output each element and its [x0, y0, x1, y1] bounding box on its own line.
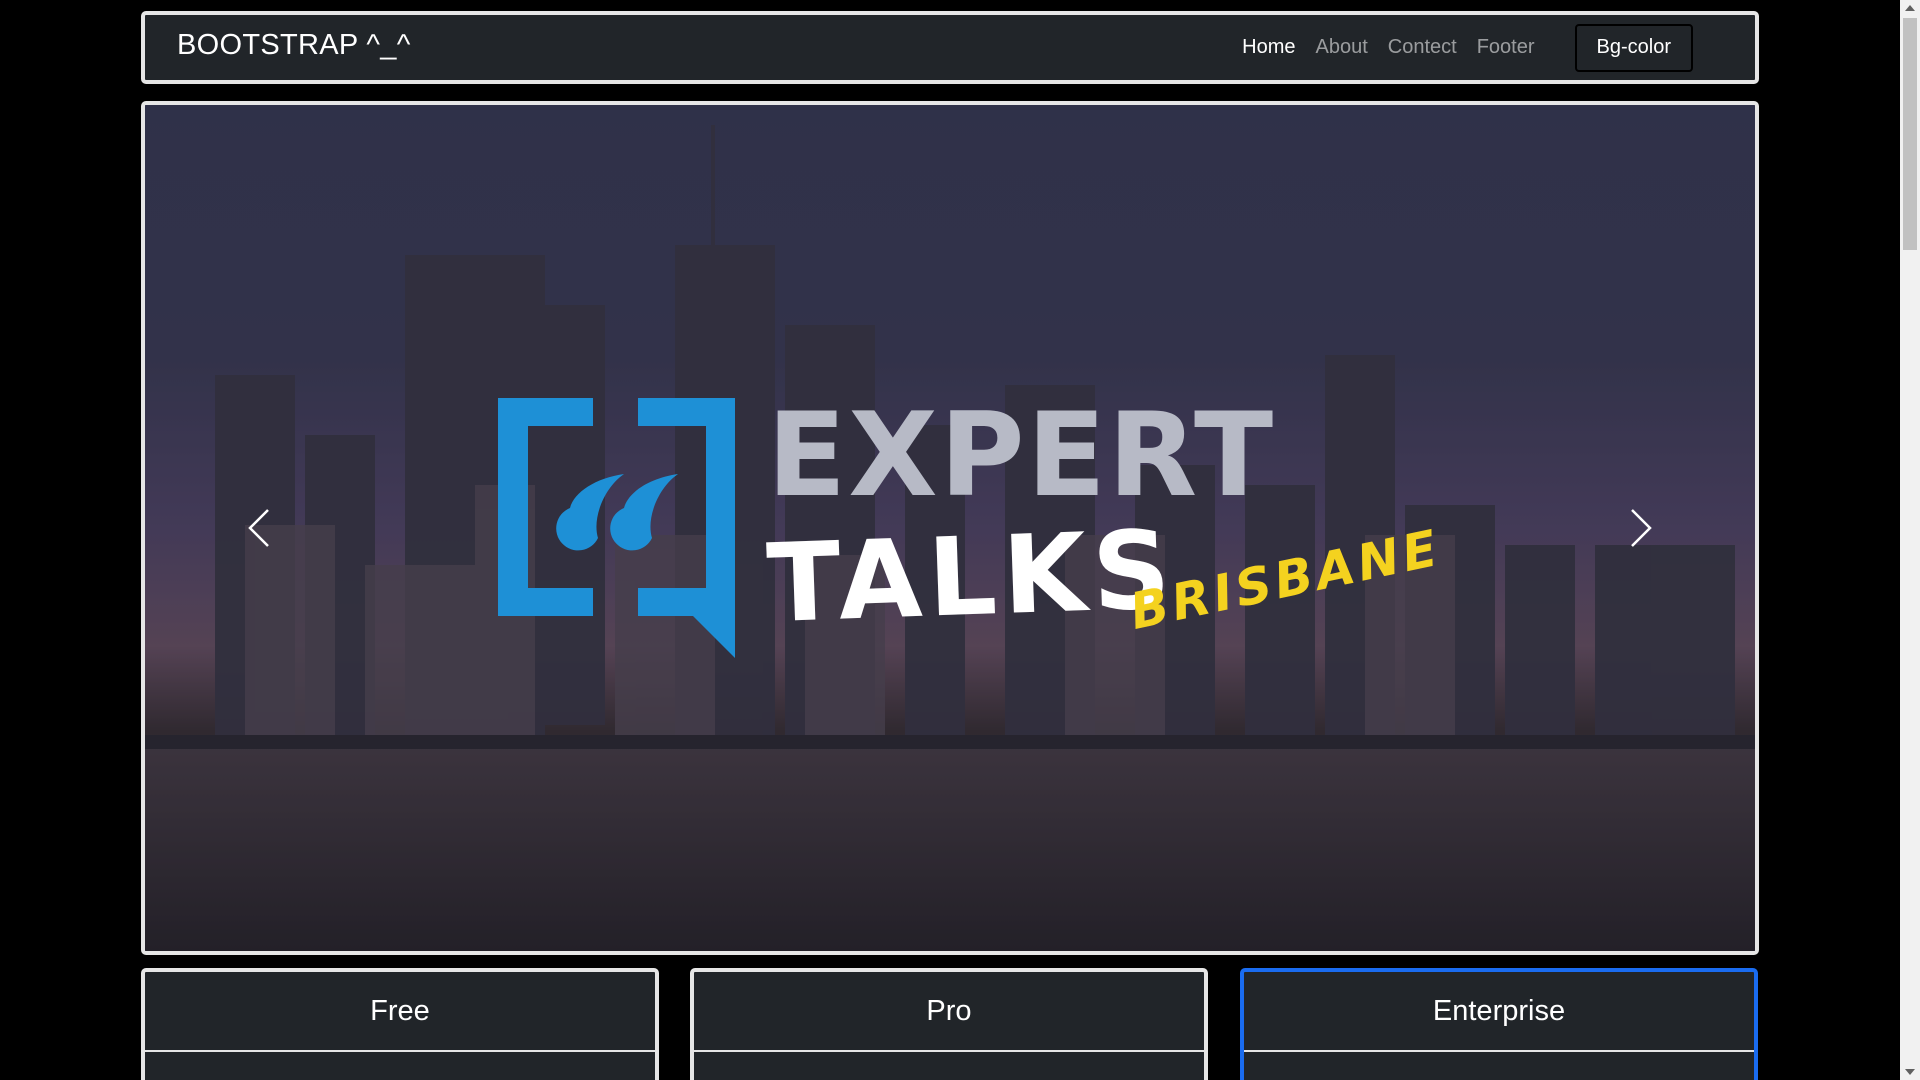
bg-color-button[interactable]: Bg-color	[1574, 23, 1693, 72]
scrollbar-thumb[interactable]	[1903, 18, 1917, 250]
nav-link-footer[interactable]: Footer	[1477, 36, 1535, 59]
scroll-down-button[interactable]	[1900, 1064, 1920, 1080]
page: BOOTSTRAP ^_^ Home About Contect Footer …	[0, 0, 1920, 1080]
caret-up-icon	[1905, 5, 1915, 11]
pricing-card-title: Free	[145, 972, 655, 1052]
pricing-card-title: Pro	[694, 972, 1204, 1052]
nav-link-contect[interactable]: Contect	[1388, 36, 1457, 59]
logo-text-expert: EXPERT	[767, 388, 1276, 523]
chevron-left-icon	[248, 509, 269, 547]
nav-links: Home About Contect Footer Bg-color	[1222, 15, 1755, 80]
page-scrollbar[interactable]	[1900, 0, 1920, 1080]
pricing-card-pro: Pro	[690, 968, 1208, 1080]
pricing-card-enterprise: Enterprise	[1240, 968, 1758, 1080]
navbar-brand[interactable]: BOOTSTRAP ^_^	[177, 29, 411, 62]
navbar: BOOTSTRAP ^_^ Home About Contect Footer …	[141, 11, 1759, 84]
chevron-right-icon	[1631, 509, 1652, 547]
nav-link-home[interactable]: Home	[1242, 36, 1295, 59]
pricing-card-title: Enterprise	[1244, 972, 1754, 1052]
carousel-prev-button[interactable]	[229, 498, 289, 558]
logo-text-talks: TALKS	[764, 507, 1179, 648]
carousel-slide-image: EXPERT TALKS BRISBANE	[145, 105, 1755, 951]
quote-bracket-logo-icon	[498, 398, 735, 658]
nav-link-about[interactable]: About	[1316, 36, 1368, 59]
caret-down-icon	[1905, 1069, 1915, 1075]
carousel: EXPERT TALKS BRISBANE	[141, 101, 1759, 955]
pricing-card-free: Free	[141, 968, 659, 1080]
carousel-next-button[interactable]	[1611, 498, 1671, 558]
scroll-up-button[interactable]	[1900, 0, 1920, 16]
